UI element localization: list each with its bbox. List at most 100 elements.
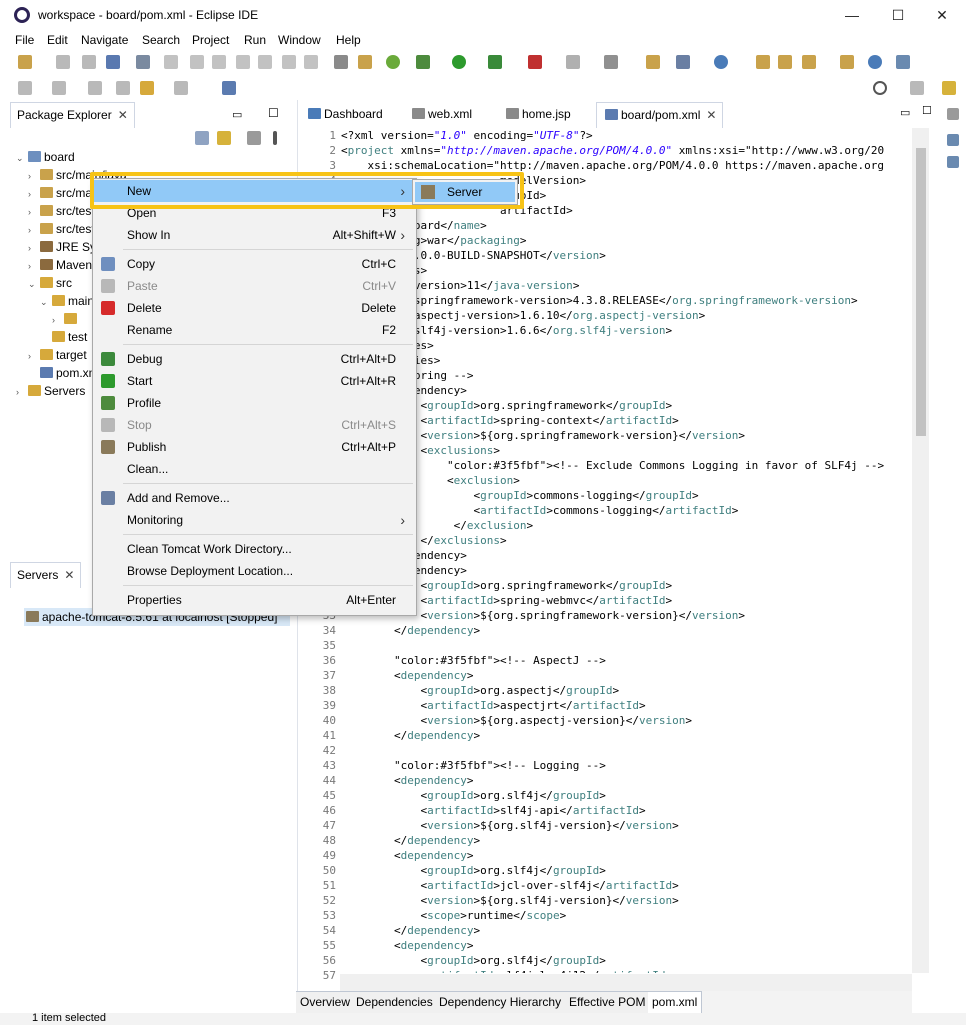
pom-tab-dependencies[interactable]: Dependencies [352, 991, 438, 1013]
forward-icon[interactable] [174, 81, 188, 95]
tab-home-jsp[interactable]: home.jsp [498, 102, 577, 128]
editor-horizontal-scrollbar[interactable] [340, 974, 912, 991]
chevron-right-icon[interactable]: › [28, 221, 38, 239]
maximize-view-icon[interactable]: ☐ [268, 106, 279, 120]
globe-icon[interactable] [868, 55, 882, 69]
folder-icon[interactable] [840, 55, 854, 69]
new-class-icon[interactable] [646, 55, 660, 69]
outline-icon[interactable] [947, 134, 959, 146]
chevron-right-icon[interactable]: › [16, 383, 26, 401]
open-perspective-icon[interactable] [910, 81, 924, 95]
collapse-all-icon[interactable] [195, 131, 209, 145]
open-type-icon[interactable] [756, 55, 770, 69]
editor-minimize-icon[interactable]: ▭ [900, 106, 910, 119]
publish-icon[interactable] [604, 55, 618, 69]
save-icon[interactable] [56, 55, 70, 69]
menu-item-stop[interactable]: Stop Ctrl+Alt+S [93, 414, 416, 436]
menu-item-properties[interactable]: Properties Alt+Enter [93, 589, 416, 611]
menu-item-show-in[interactable]: Show In Alt+Shift+W › [93, 224, 416, 246]
maximize-button[interactable]: ☐ [876, 3, 920, 27]
java-ee-perspective-icon[interactable] [942, 81, 956, 95]
menu-item-copy[interactable]: Copy Ctrl+C [93, 253, 416, 275]
back-icon[interactable] [140, 81, 154, 95]
menu-item-start[interactable]: Start Ctrl+Alt+R [93, 370, 416, 392]
menu-help[interactable]: Help [336, 33, 361, 47]
open-task-icon[interactable] [778, 55, 792, 69]
previous-annotation-icon[interactable] [52, 81, 66, 95]
view-menu-icon[interactable] [273, 131, 277, 145]
terminate-icon[interactable] [212, 55, 226, 69]
terminal-icon[interactable] [106, 55, 120, 69]
menu-item-delete[interactable]: Delete Delete [93, 297, 416, 319]
link-with-editor-icon[interactable] [217, 131, 231, 145]
menu-item-publish[interactable]: Publish Ctrl+Alt+P [93, 436, 416, 458]
save-all-icon[interactable] [82, 55, 96, 69]
step-over-icon[interactable] [282, 55, 296, 69]
resume-icon[interactable] [164, 55, 178, 69]
menu-run[interactable]: Run [244, 33, 266, 47]
tree-item[interactable]: › target [28, 346, 87, 364]
chevron-right-icon[interactable]: › [28, 347, 38, 365]
step-into-icon[interactable] [258, 55, 272, 69]
tab-web-xml[interactable]: web.xml [404, 102, 478, 128]
forward-edit-icon[interactable] [116, 81, 130, 95]
menu-window[interactable]: Window [278, 33, 321, 47]
coverage-icon[interactable] [488, 55, 502, 69]
git-icon[interactable] [714, 55, 728, 69]
search-tool-icon[interactable] [802, 55, 816, 69]
chevron-right-icon[interactable]: › [28, 239, 38, 257]
pom-tab-pom-xml[interactable]: pom.xml [648, 991, 703, 1013]
minimize-button[interactable]: — [830, 3, 874, 27]
chevron-right-icon[interactable]: › [28, 167, 38, 185]
step-return-icon[interactable] [304, 55, 318, 69]
next-annotation-icon[interactable] [18, 81, 32, 95]
close-icon[interactable]: ✕ [706, 108, 716, 122]
run-icon[interactable] [452, 55, 466, 69]
editor-scroll-thumb[interactable] [916, 148, 926, 436]
use-step-filters-icon[interactable] [334, 55, 348, 69]
code-editor[interactable]: <?xml version="1.0" encoding="UTF-8"?> <p… [341, 128, 911, 973]
tree-item[interactable]: pom.xml [28, 364, 101, 382]
web-browser-icon[interactable] [896, 55, 910, 69]
disconnect-icon[interactable] [236, 55, 250, 69]
tree-item[interactable]: › [52, 310, 80, 328]
menu-item-clean[interactable]: Clean... [93, 458, 416, 480]
pom-tab-dependency-hierarchy[interactable]: Dependency Hierarchy [435, 991, 567, 1013]
menu-item-paste[interactable]: Paste Ctrl+V [93, 275, 416, 297]
debug-icon[interactable] [416, 55, 430, 69]
menu-item-browse-deployment-location[interactable]: Browse Deployment Location... [93, 560, 416, 582]
chevron-right-icon[interactable]: › [28, 203, 38, 221]
menu-project[interactable]: Project [192, 33, 229, 47]
task-list-icon[interactable] [947, 156, 959, 168]
chevron-right-icon[interactable]: › [28, 185, 38, 203]
skip-breakpoints-icon[interactable] [136, 55, 150, 69]
filters-icon[interactable] [247, 131, 261, 145]
menu-item-monitoring[interactable]: Monitoring › [93, 509, 416, 531]
chevron-down-icon[interactable]: ⌄ [16, 149, 26, 167]
menu-file[interactable]: File [15, 33, 34, 47]
suspend-icon[interactable] [190, 55, 204, 69]
restore-icon[interactable] [947, 108, 959, 120]
stop-server-icon[interactable] [566, 55, 580, 69]
tree-item[interactable]: ⌄ src [28, 274, 72, 292]
editor-maximize-icon[interactable]: ☐ [922, 104, 932, 117]
menu-item-add-and-remove[interactable]: Add and Remove... [93, 487, 416, 509]
pom-tab-overview[interactable]: Overview [296, 991, 356, 1013]
menu-edit[interactable]: Edit [47, 33, 68, 47]
tree-item[interactable]: › Servers [16, 382, 85, 400]
chevron-right-icon[interactable]: › [28, 257, 38, 275]
menu-navigate[interactable]: Navigate [81, 33, 128, 47]
pin-editor-icon[interactable] [222, 81, 236, 95]
pom-tab-effective-pom[interactable]: Effective POM [565, 991, 651, 1013]
search-icon[interactable] [873, 81, 887, 95]
close-icon[interactable]: ✕ [64, 568, 74, 582]
menu-item-profile[interactable]: Profile [93, 392, 416, 414]
external-tools-icon[interactable] [528, 55, 542, 69]
menu-item-debug[interactable]: Debug Ctrl+Alt+D [93, 348, 416, 370]
minimize-view-icon[interactable]: ▭ [232, 108, 242, 121]
spring-icon[interactable] [386, 55, 400, 69]
last-edit-icon[interactable] [88, 81, 102, 95]
close-button[interactable]: ✕ [920, 3, 964, 27]
close-icon[interactable]: ✕ [118, 108, 128, 122]
tab-servers[interactable]: Servers ✕ [10, 562, 82, 588]
